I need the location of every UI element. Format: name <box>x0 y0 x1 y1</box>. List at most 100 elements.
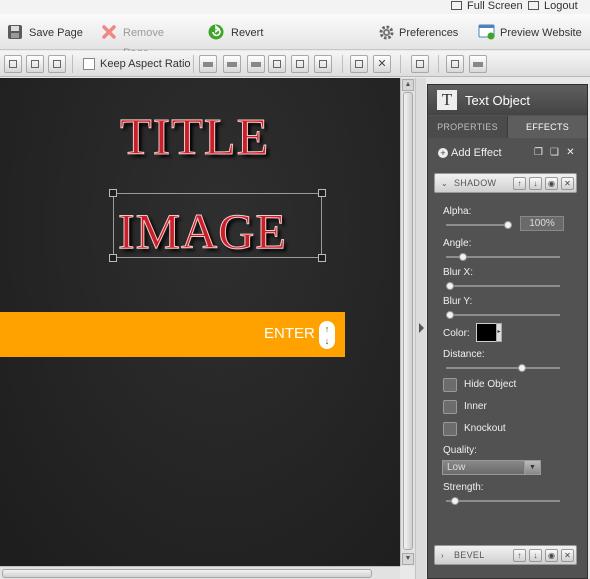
copy-effect-icon[interactable]: ❐ <box>533 147 544 158</box>
canvas-vertical-scrollbar[interactable]: ▲ ▼ <box>400 78 415 566</box>
alpha-value-field[interactable]: 100% <box>520 216 564 231</box>
hide-object-checkbox[interactable] <box>443 378 457 392</box>
distance-label: Distance: <box>443 349 485 360</box>
resize-handle-top-left[interactable] <box>109 189 117 197</box>
strength-slider[interactable] <box>446 497 560 505</box>
alpha-label: Alpha: <box>443 206 472 217</box>
resize-handle-bottom-right[interactable] <box>318 254 326 262</box>
canvas-horizontal-scrollbar[interactable] <box>0 566 400 579</box>
delete-button[interactable]: ✕ <box>373 55 391 73</box>
delete-effect-icon[interactable]: ✕ <box>565 147 576 158</box>
alpha-slider[interactable] <box>446 221 512 229</box>
move-down-icon[interactable]: ↓ <box>529 177 542 190</box>
tab-effects[interactable]: EFFECTS <box>508 116 587 138</box>
blur-x-slider[interactable] <box>446 282 560 290</box>
link-button[interactable] <box>469 55 487 73</box>
title-text-object[interactable]: TITLE <box>119 108 269 167</box>
panel-splitter[interactable] <box>415 78 426 579</box>
hide-object-label: Hide Object <box>464 379 517 390</box>
toolbar-divider <box>400 55 401 73</box>
color-picker[interactable]: ▸ <box>476 323 502 342</box>
align-top-icon <box>203 62 213 67</box>
move-down-icon[interactable]: ↓ <box>529 549 542 562</box>
align-middle-icon <box>227 62 237 67</box>
text-object-icon: T <box>437 90 457 110</box>
keep-aspect-ratio-checkbox[interactable] <box>83 58 95 70</box>
angle-slider-knob[interactable] <box>458 253 467 261</box>
alpha-slider-knob[interactable] <box>504 221 512 229</box>
distance-slider-knob[interactable] <box>518 364 527 372</box>
horizontal-scroll-thumb[interactable] <box>2 569 372 578</box>
align-middle-button[interactable] <box>223 55 241 73</box>
top-status-bar: Full Screen Logout <box>0 0 590 14</box>
vertical-scroll-thumb[interactable] <box>403 92 413 550</box>
selection-box[interactable] <box>109 189 326 262</box>
shadow-section-header[interactable]: ⌄ SHADOW ↑ ↓ ◉ ✕ <box>434 173 577 193</box>
align-center-icon <box>296 60 304 68</box>
bring-forward-button[interactable] <box>4 55 22 73</box>
knockout-checkbox[interactable] <box>443 422 457 436</box>
strength-slider-knob[interactable] <box>451 497 460 505</box>
duplicate-button[interactable] <box>48 55 66 73</box>
gear-icon <box>379 25 394 40</box>
logout-link[interactable]: Logout <box>528 0 578 14</box>
main-toolbar: Save Page Remove Page Revert Preferences… <box>0 14 590 59</box>
resize-handle-bottom-left[interactable] <box>109 254 117 262</box>
design-canvas[interactable]: TITLE IMAGE ENTER ↑ ↓ <box>0 78 400 566</box>
blur-y-slider-knob[interactable] <box>446 311 454 319</box>
remove-effect-icon[interactable]: ✕ <box>561 549 574 562</box>
remove-effect-icon[interactable]: ✕ <box>561 177 574 190</box>
angle-label: Angle: <box>443 238 472 249</box>
grid-button[interactable] <box>411 55 429 73</box>
chevron-down-icon: ▼ <box>524 460 541 475</box>
revert-button[interactable]: Revert <box>208 23 268 43</box>
blur-y-slider[interactable] <box>446 311 560 319</box>
preferences-button[interactable]: Preferences <box>378 23 458 43</box>
align-bottom-button[interactable] <box>247 55 265 73</box>
remove-icon <box>102 25 116 39</box>
blur-x-slider-knob[interactable] <box>446 282 454 290</box>
add-effect-label: Add Effect <box>451 147 502 159</box>
layer-icon <box>9 60 17 68</box>
inner-label: Inner <box>464 401 487 412</box>
blur-y-label: Blur Y: <box>443 296 473 307</box>
enter-label[interactable]: ENTER <box>264 325 315 342</box>
quality-value: Low <box>447 462 466 473</box>
align-right-icon <box>319 60 327 68</box>
distance-slider[interactable] <box>446 364 560 372</box>
scroll-arrows-icon[interactable]: ↑ ↓ <box>319 321 335 349</box>
angle-slider[interactable] <box>446 253 560 261</box>
fullscreen-link[interactable]: Full Screen <box>451 0 523 14</box>
tab-properties[interactable]: PROPERTIES <box>428 116 508 138</box>
scroll-up-arrow-icon[interactable]: ▲ <box>402 79 414 91</box>
scroll-down-arrow-icon[interactable]: ▼ <box>402 553 414 565</box>
inner-checkbox[interactable] <box>443 400 457 414</box>
align-center-button[interactable] <box>291 55 309 73</box>
color-label: Color: <box>443 328 470 339</box>
preview-website-label: Preview Website <box>500 27 582 39</box>
align-top-button[interactable] <box>199 55 217 73</box>
collapse-panel-icon[interactable] <box>419 323 424 333</box>
save-page-button[interactable]: Save Page <box>7 23 87 43</box>
align-right-button[interactable] <box>314 55 332 73</box>
move-up-icon[interactable]: ↑ <box>513 177 526 190</box>
remove-page-button[interactable]: Remove Page <box>101 23 191 59</box>
lock-icon <box>451 60 459 68</box>
visibility-icon[interactable]: ◉ <box>545 177 558 190</box>
chevron-right-icon: ▸ <box>496 323 502 342</box>
resize-handle-top-right[interactable] <box>318 189 326 197</box>
lock-button[interactable] <box>446 55 464 73</box>
toolbar-divider <box>438 55 439 73</box>
quality-select[interactable]: Low ▼ <box>442 460 541 475</box>
move-up-icon[interactable]: ↑ <box>513 549 526 562</box>
preview-website-button[interactable]: Preview Website <box>478 23 586 43</box>
bevel-section-header[interactable]: › BEVEL ↑ ↓ ◉ ✕ <box>434 545 577 565</box>
align-left-button[interactable] <box>268 55 286 73</box>
visibility-icon[interactable]: ◉ <box>545 549 558 562</box>
paste-effect-icon[interactable]: ❏ <box>549 147 560 158</box>
toolbar-divider <box>193 55 194 73</box>
save-page-label: Save Page <box>29 27 83 39</box>
add-effect-button[interactable]: + Add Effect <box>438 146 502 160</box>
effects-button[interactable] <box>350 55 368 73</box>
send-backward-button[interactable] <box>26 55 44 73</box>
